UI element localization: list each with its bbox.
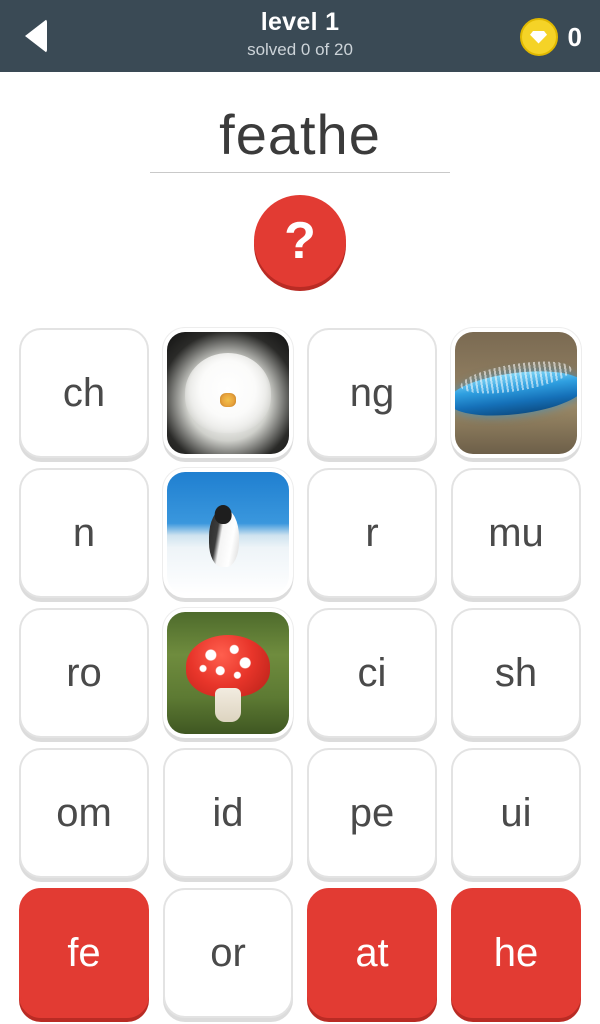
penguin-image [167,472,289,594]
tile-letter-mu[interactable]: mu [451,468,581,598]
tile-letter-ro[interactable]: ro [19,608,149,738]
tile-letter-ng[interactable]: ng [307,328,437,458]
tile-label: sh [494,650,538,695]
tile-label: ng [349,370,395,415]
tile-letter-ui[interactable]: ui [451,748,581,878]
tile-letter-om[interactable]: om [19,748,149,878]
word-area: feathe ? [0,72,600,287]
tile-letter-id[interactable]: id [163,748,293,878]
question-mark-icon: ? [284,212,316,270]
solved-progress-label: solved 0 of 20 [247,40,353,59]
tile-label: or [210,930,246,975]
tile-label: om [56,790,112,835]
tile-label: ui [500,790,532,835]
gem-coin-icon [519,18,558,56]
tile-label: ch [62,370,106,415]
tile-label: n [72,510,96,555]
app-header: level 1 solved 0 of 20 0 [0,0,600,72]
back-button[interactable] [0,0,72,72]
current-word: feathe [219,103,381,166]
tile-letter-ch[interactable]: ch [19,328,149,458]
tile-letter-sh[interactable]: sh [451,608,581,738]
word-underline [150,172,450,173]
tile-letter-r[interactable]: r [307,468,437,598]
tile-label: id [212,790,244,835]
coin-count-value: 0 [567,21,582,52]
tile-label: he [493,930,539,975]
tile-penguin-image[interactable] [163,468,293,598]
tile-label: ci [357,650,387,695]
tile-label: ro [66,650,102,695]
tile-letter-ci[interactable]: ci [307,608,437,738]
coin-counter[interactable]: 0 [519,18,582,56]
tile-letter-or[interactable]: or [163,888,293,1018]
tile-label: pe [349,790,395,835]
tile-label: at [355,930,389,975]
level-title: level 1 [260,8,340,36]
gem-icon [530,30,548,44]
orchid-flower-image [167,332,289,454]
tile-blue-caterpillar-image[interactable] [451,328,581,458]
red-mushroom-image [167,612,289,734]
tile-letter-fe[interactable]: fe [19,888,149,1018]
blue-caterpillar-image [455,332,577,454]
tile-label: mu [488,510,544,555]
tile-letter-pe[interactable]: pe [307,748,437,878]
tile-letter-at[interactable]: at [307,888,437,1018]
tile-orchid-flower-image[interactable] [163,328,293,458]
tile-red-mushroom-image[interactable] [163,608,293,738]
tile-letter-he[interactable]: he [451,888,581,1018]
tile-letter-n[interactable]: n [19,468,149,598]
hint-button[interactable]: ? [254,195,346,287]
mushroom-stem [215,687,241,722]
back-arrow-icon [25,19,47,53]
tile-label: fe [67,930,101,975]
tile-label: r [365,510,379,555]
header-title-group: level 1 solved 0 of 20 [0,8,600,60]
tile-grid: ch ng n r mu ro ci sh om id pe ui fe or at he [14,323,586,1023]
